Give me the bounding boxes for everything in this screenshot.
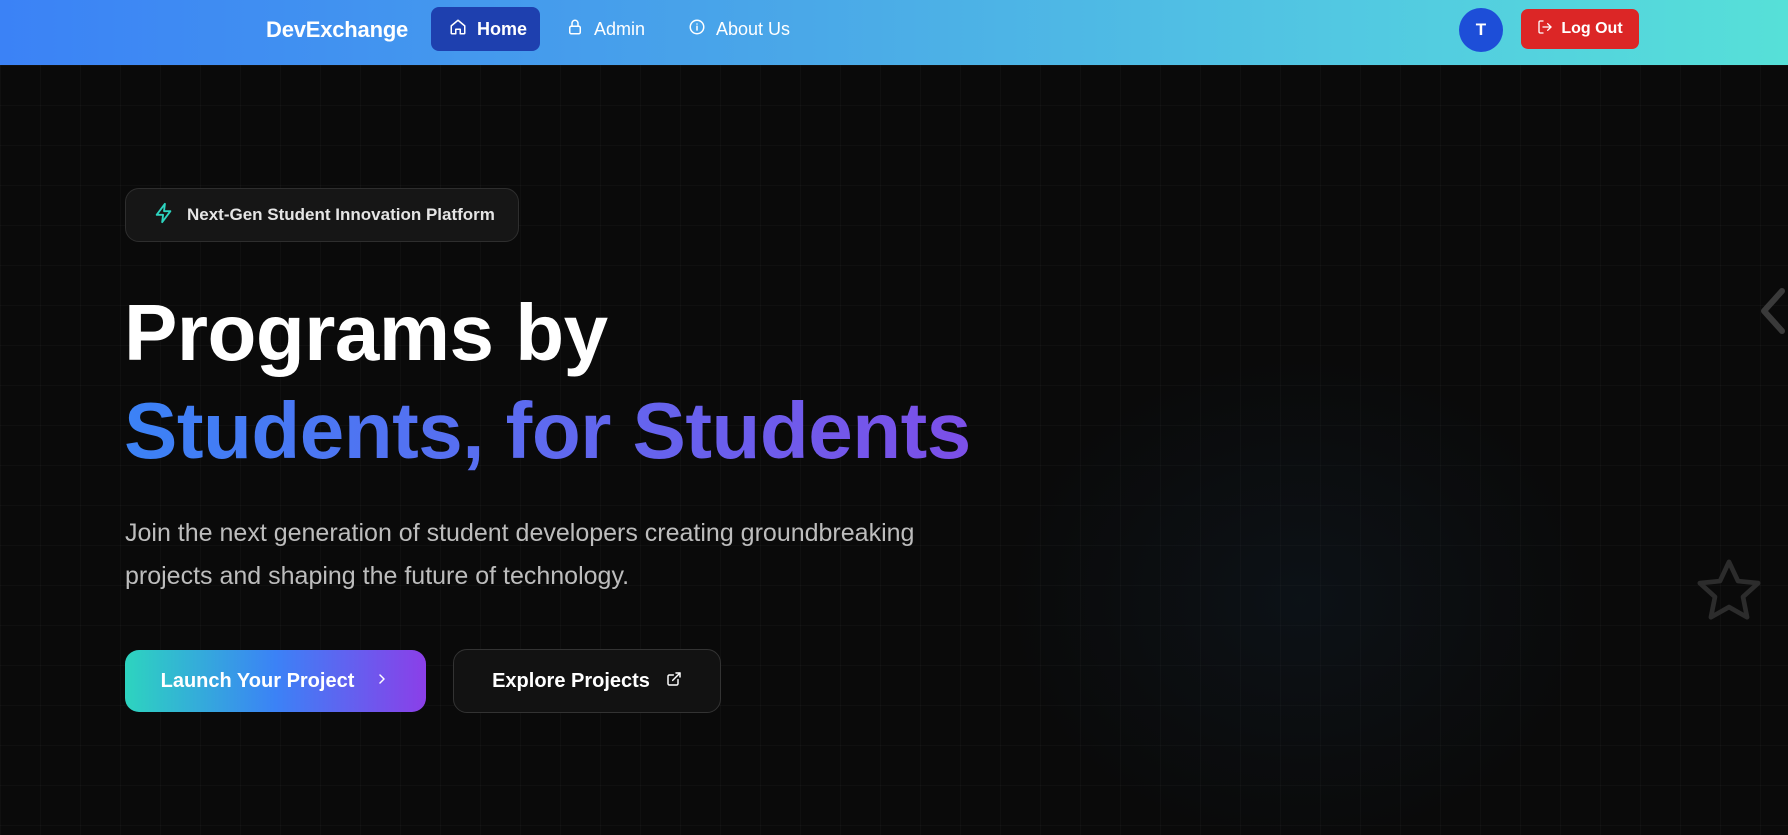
hero-subtitle-line1: Join the next generation of student deve… (125, 519, 915, 547)
lock-icon (566, 18, 584, 41)
chevron-left-icon (1756, 283, 1788, 339)
nav-item-label: About Us (716, 18, 791, 39)
nav-item-label: Admin (594, 18, 646, 39)
platform-badge: Next-Gen Student Innovation Platform (125, 188, 519, 242)
chevron-right-icon (374, 670, 390, 693)
nav-item-home[interactable]: Home (431, 7, 540, 51)
logout-icon (1537, 19, 1553, 40)
hero-glow (1000, 350, 1600, 835)
hero-subtitle-line2: projects and shaping the future of techn… (125, 562, 630, 590)
avatar[interactable]: T (1459, 8, 1503, 52)
badge-text: Next-Gen Student Innovation Platform (187, 205, 495, 224)
launch-project-label: Launch Your Project (160, 669, 355, 692)
launch-project-button[interactable]: Launch Your Project (125, 650, 426, 712)
explore-projects-button[interactable]: Explore Projects (453, 649, 721, 713)
logout-label: Log Out (1561, 20, 1623, 37)
top-navbar: DevExchange Home Admin About Us T Log Ou… (0, 0, 1788, 65)
hero-title-line2: Students, for Students (124, 386, 971, 475)
nav-item-about-us[interactable]: About Us (670, 7, 808, 51)
info-icon (688, 18, 706, 41)
hero-title-line1: Programs by (124, 288, 608, 377)
nav-item-admin[interactable]: Admin (548, 7, 663, 51)
star-icon (1694, 556, 1764, 626)
nav-item-label: Home (477, 18, 528, 39)
hero-subtitle: Join the next generation of student deve… (125, 512, 1005, 598)
logout-button[interactable]: Log Out (1521, 9, 1639, 49)
brand-logo[interactable]: DevExchange (266, 17, 408, 43)
lightning-icon (153, 202, 175, 229)
explore-projects-label: Explore Projects (492, 669, 650, 692)
home-icon (449, 18, 467, 41)
external-link-icon (666, 670, 682, 693)
